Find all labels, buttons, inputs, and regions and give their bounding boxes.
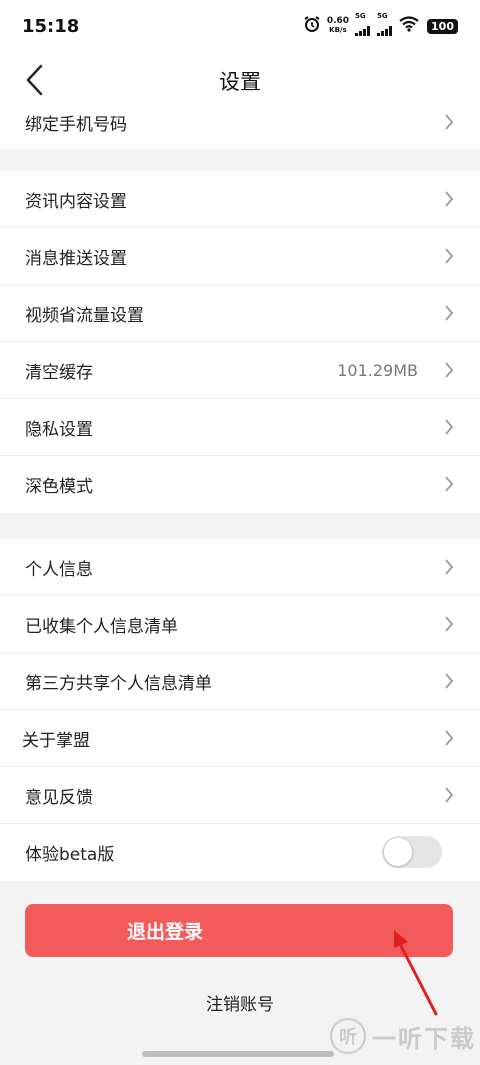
row-label: 绑定手机号码 bbox=[25, 115, 127, 135]
alarm-icon bbox=[303, 15, 321, 37]
row-personal-info[interactable]: 个人信息 bbox=[0, 539, 480, 596]
nav-bar: 设置 bbox=[0, 52, 480, 108]
row-clear-cache[interactable]: 清空缓存 101.29MB bbox=[0, 342, 480, 399]
row-label: 已收集个人信息清单 bbox=[25, 616, 178, 637]
signal-label: 5G bbox=[377, 12, 388, 20]
signal-label: 5G bbox=[355, 12, 366, 20]
chevron-right-icon bbox=[445, 559, 454, 575]
wifi-icon bbox=[399, 16, 419, 36]
row-feedback[interactable]: 意见反馈 bbox=[0, 767, 480, 824]
chevron-right-icon bbox=[445, 673, 454, 689]
row-label: 隐私设置 bbox=[25, 419, 93, 440]
chevron-right-icon bbox=[445, 616, 454, 632]
chevron-right-icon bbox=[445, 248, 454, 264]
chevron-right-icon bbox=[445, 191, 454, 207]
status-time: 15:18 bbox=[22, 15, 80, 37]
chevron-right-icon bbox=[445, 787, 454, 803]
beta-toggle[interactable] bbox=[382, 836, 442, 868]
net-speed-value: 0.60 bbox=[326, 16, 350, 26]
chevron-right-icon bbox=[445, 114, 454, 130]
watermark: 听 一听下载 bbox=[330, 1014, 480, 1058]
page-title: 设置 bbox=[219, 70, 261, 94]
row-label: 消息推送设置 bbox=[25, 248, 127, 269]
chevron-right-icon bbox=[445, 419, 454, 435]
settings-section-account: 绑定手机号码 bbox=[0, 108, 480, 149]
row-third-party-sharing-list[interactable]: 第三方共享个人信息清单 bbox=[0, 653, 480, 710]
status-icons: 0.60 KB/s 5G 5G 100 bbox=[303, 12, 458, 40]
chevron-right-icon bbox=[445, 362, 454, 378]
row-label: 视频省流量设置 bbox=[25, 305, 144, 326]
row-content-settings[interactable]: 资讯内容设置 bbox=[0, 171, 480, 228]
chevron-right-icon bbox=[445, 476, 454, 492]
row-label: 清空缓存 bbox=[25, 362, 93, 383]
settings-section-privacy-info: 个人信息 已收集个人信息清单 第三方共享个人信息清单 关于掌盟 意见反馈 体验b… bbox=[0, 539, 480, 881]
status-bar: 15:18 0.60 KB/s 5G 5G 100 bbox=[0, 0, 480, 52]
watermark-text: 一听下载 bbox=[372, 1024, 476, 1053]
row-beta: 体验beta版 bbox=[0, 824, 480, 881]
home-indicator[interactable] bbox=[142, 1051, 334, 1057]
row-label: 资讯内容设置 bbox=[25, 191, 127, 212]
chevron-right-icon bbox=[445, 305, 454, 321]
row-label: 第三方共享个人信息清单 bbox=[25, 673, 212, 694]
cache-size-value: 101.29MB bbox=[337, 360, 418, 380]
settings-section-general: 资讯内容设置 消息推送设置 视频省流量设置 清空缓存 101.29MB 隐私设置… bbox=[0, 171, 480, 513]
row-label: 体验beta版 bbox=[25, 845, 115, 865]
row-push-settings[interactable]: 消息推送设置 bbox=[0, 228, 480, 285]
signal-icon: 5G bbox=[355, 12, 371, 40]
row-privacy-settings[interactable]: 隐私设置 bbox=[0, 399, 480, 456]
watermark-logo: 听 bbox=[330, 1018, 366, 1054]
row-label: 意见反馈 bbox=[25, 787, 93, 808]
row-video-data-saver[interactable]: 视频省流量设置 bbox=[0, 285, 480, 342]
chevron-right-icon bbox=[445, 730, 454, 746]
signal-icon: 5G bbox=[377, 12, 393, 40]
net-speed: 0.60 KB/s bbox=[327, 17, 349, 35]
toggle-knob bbox=[384, 838, 412, 866]
row-collected-info-list[interactable]: 已收集个人信息清单 bbox=[0, 596, 480, 653]
row-bind-phone[interactable]: 绑定手机号码 bbox=[0, 108, 480, 149]
row-label: 深色模式 bbox=[25, 477, 93, 497]
row-about[interactable]: 关于掌盟 bbox=[0, 710, 480, 767]
battery-icon: 100 bbox=[427, 18, 458, 34]
row-label: 个人信息 bbox=[25, 559, 93, 580]
net-speed-unit: KB/s bbox=[329, 26, 347, 34]
row-label: 关于掌盟 bbox=[22, 730, 90, 751]
annotation-arrow-icon bbox=[394, 930, 438, 1016]
row-dark-mode[interactable]: 深色模式 bbox=[0, 456, 480, 513]
